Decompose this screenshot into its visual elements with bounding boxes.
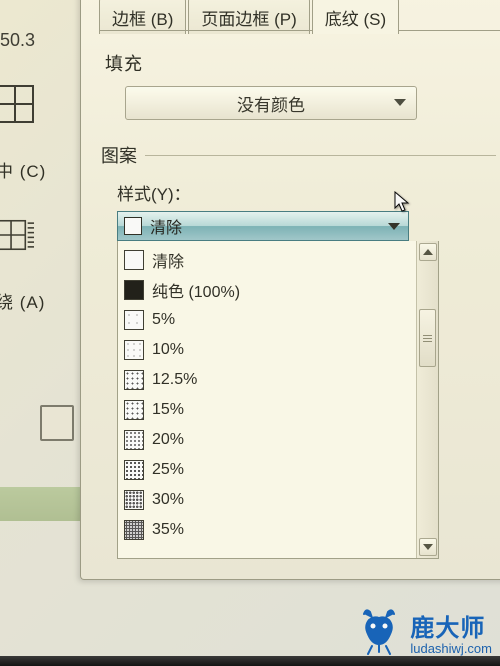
list-item[interactable]: 30% <box>122 485 416 515</box>
tab-strip: 边框 (B) 页面边框 (P) 底纹 (S) <box>99 0 500 34</box>
watermark-brand: 鹿大师 <box>410 608 492 643</box>
group-divider <box>145 155 496 156</box>
borders-grid-lines-icon <box>0 212 38 258</box>
swatch-12pct-icon <box>124 370 144 390</box>
list-item[interactable]: 5% <box>122 305 416 335</box>
pattern-group: 图案 样式(Y)： 清除 清除 纯色 (100%) 5% 10% 12.5% 1… <box>101 142 500 559</box>
list-item-label: 清除 <box>152 248 184 272</box>
tab-borders-label: 边框 (B) <box>112 10 173 29</box>
list-item-label: 10% <box>152 341 184 359</box>
swatch-5pct-icon <box>124 310 144 330</box>
borders-grid-icon <box>0 81 38 127</box>
pattern-style-listbox: 清除 纯色 (100%) 5% 10% 12.5% 15% 20% 25% 30… <box>117 241 439 559</box>
borders-shading-dialog: 边框 (B) 页面边框 (P) 底纹 (S) 填充 没有颜色 图案 样式(Y)：… <box>80 0 500 580</box>
list-item[interactable]: 10% <box>122 335 416 365</box>
list-item-label: 35% <box>152 521 184 539</box>
list-item[interactable]: 清除 <box>122 245 416 275</box>
pattern-style-selected: 清除 <box>150 214 182 238</box>
scroll-down-button[interactable] <box>419 538 437 556</box>
chevron-down-icon <box>423 544 433 550</box>
list-item[interactable]: 12.5% <box>122 365 416 395</box>
tab-underline <box>99 30 500 31</box>
scroll-up-button[interactable] <box>419 243 437 261</box>
list-item-label: 纯色 (100%) <box>152 278 240 302</box>
center-button[interactable]: 居中 (C) <box>0 157 90 182</box>
tab-shading-label: 底纹 (S) <box>325 10 386 29</box>
scrollbar[interactable] <box>416 241 438 558</box>
swatch-clear-icon <box>124 217 142 235</box>
chevron-down-icon <box>394 99 406 106</box>
watermark-domain: ludashiwj.com <box>410 641 492 656</box>
indent-value: 150.3 <box>0 30 90 51</box>
bottom-edge <box>0 656 500 666</box>
swatch-30pct-icon <box>124 490 144 510</box>
fill-color-dropdown[interactable]: 没有颜色 <box>125 86 417 120</box>
list-item[interactable]: 35% <box>122 515 416 545</box>
tab-shading[interactable]: 底纹 (S) <box>312 0 399 34</box>
list-item-label: 30% <box>152 491 184 509</box>
list-item[interactable]: 纯色 (100%) <box>122 275 416 305</box>
chevron-down-icon <box>388 223 400 230</box>
pattern-group-label: 图案 <box>101 142 137 168</box>
swatch-solid-icon <box>124 280 144 300</box>
list-item-label: 20% <box>152 431 184 449</box>
swatch-clear-icon <box>124 250 144 270</box>
list-item-label: 12.5% <box>152 371 197 389</box>
background-panel: 150.3 居中 (C) 环绕 (A) <box>0 0 90 666</box>
swatch-35pct-icon <box>124 520 144 540</box>
swatch-25pct-icon <box>124 460 144 480</box>
watermark: 鹿大师 ludashiwj.com <box>354 606 492 656</box>
pattern-style-dropdown[interactable]: 清除 <box>117 211 409 241</box>
scrollbar-thumb[interactable] <box>419 309 436 367</box>
swatch-10pct-icon <box>124 340 144 360</box>
fill-label: 填充 <box>105 50 500 76</box>
tab-page-border[interactable]: 页面边框 (P) <box>188 0 309 34</box>
pattern-style-list: 清除 纯色 (100%) 5% 10% 12.5% 15% 20% 25% 30… <box>118 241 416 558</box>
list-item-label: 25% <box>152 461 184 479</box>
style-label: 样式(Y)： <box>117 180 500 205</box>
wrap-button[interactable]: 环绕 (A) <box>0 288 90 313</box>
list-item[interactable]: 20% <box>122 425 416 455</box>
list-item-label: 15% <box>152 401 184 419</box>
tab-page-border-label: 页面边框 (P) <box>201 10 296 29</box>
tab-borders[interactable]: 边框 (B) <box>99 0 186 34</box>
scrollbar-track[interactable] <box>419 261 436 538</box>
swatch-15pct-icon <box>124 400 144 420</box>
fill-color-value: 没有颜色 <box>237 91 305 116</box>
swatch-20pct-icon <box>124 430 144 450</box>
deer-logo-icon <box>354 606 404 656</box>
chevron-up-icon <box>423 249 433 255</box>
truncated-button[interactable] <box>40 405 74 441</box>
list-item-label: 5% <box>152 311 175 329</box>
list-item[interactable]: 15% <box>122 395 416 425</box>
list-item[interactable]: 25% <box>122 455 416 485</box>
